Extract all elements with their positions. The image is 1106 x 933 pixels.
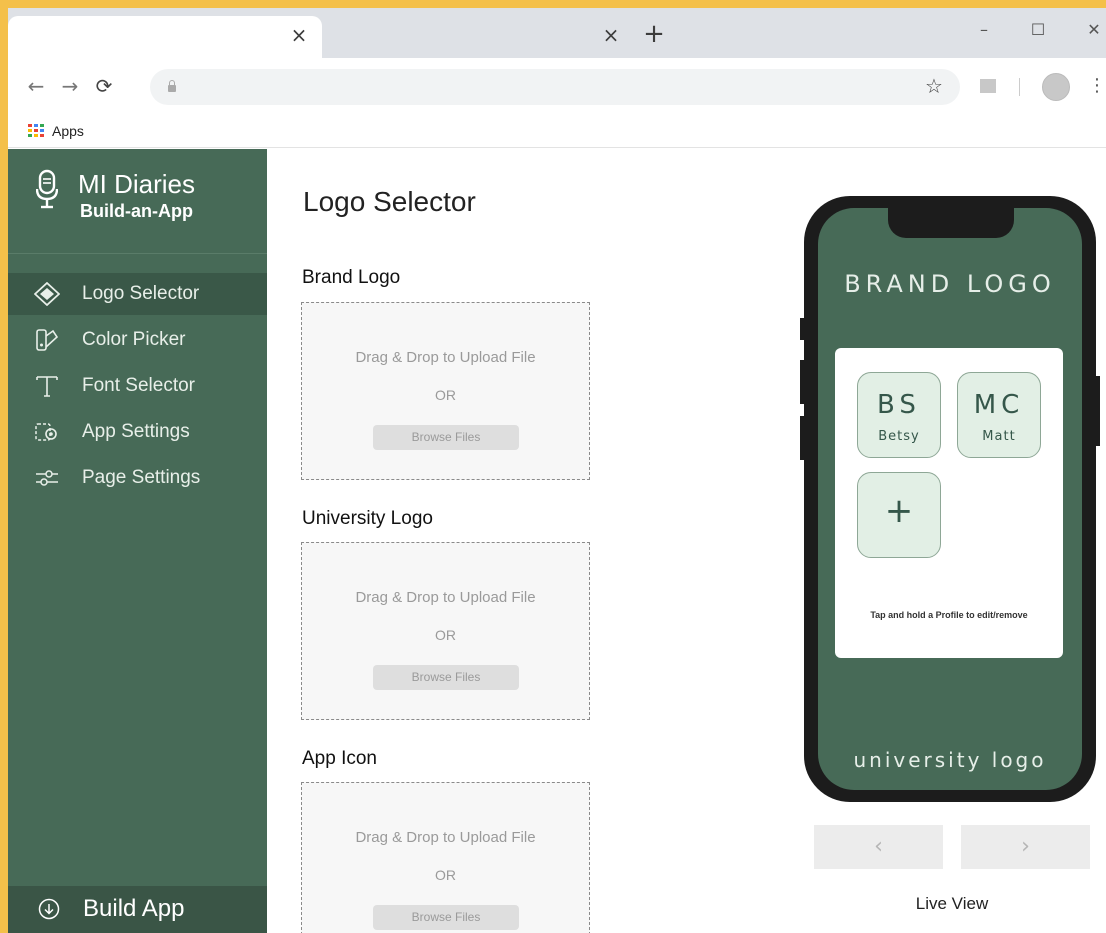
- new-tab-icon[interactable]: +: [642, 21, 666, 47]
- phone-screen: BRAND LOGO BS Betsy MC Matt + Tap and ho…: [818, 208, 1082, 790]
- browse-files-button[interactable]: Browse Files: [373, 425, 519, 450]
- forward-icon[interactable]: →: [58, 74, 82, 98]
- sliders-icon: [36, 470, 58, 486]
- phone-side-button: [800, 318, 804, 340]
- build-app-button[interactable]: Build App: [8, 886, 267, 933]
- extension-icon[interactable]: [980, 79, 996, 93]
- download-circle-icon: [38, 898, 60, 920]
- bookmark-star-icon[interactable]: ☆: [922, 74, 946, 98]
- close-window-icon[interactable]: ✕: [1080, 18, 1106, 42]
- app-icon-label: App Icon: [302, 748, 377, 769]
- sidebar-item-label: Font Selector: [82, 375, 195, 396]
- sidebar-item-font-selector[interactable]: Font Selector: [8, 365, 267, 407]
- sidebar-item-app-settings[interactable]: App Settings: [8, 411, 267, 453]
- logo-diamond-icon: [34, 282, 60, 306]
- prev-page-button[interactable]: ‹: [814, 825, 943, 869]
- brand-logo-dropzone[interactable]: Drag & Drop to Upload File OR Browse Fil…: [301, 302, 590, 480]
- profile-name: Betsy: [878, 429, 920, 444]
- toolbar-divider: [1019, 78, 1020, 96]
- university-logo-label: University Logo: [302, 508, 433, 529]
- plus-icon: +: [884, 491, 914, 531]
- browse-files-button[interactable]: Browse Files: [373, 905, 519, 930]
- profile-name: Matt: [982, 429, 1016, 444]
- chevron-left-icon: ‹: [874, 834, 883, 859]
- profile-card: BS Betsy MC Matt + Tap and hold a Profil…: [835, 348, 1063, 658]
- sidebar-item-logo-selector[interactable]: Logo Selector: [8, 273, 267, 315]
- page-title: Logo Selector: [303, 186, 476, 217]
- dropzone-or: OR: [435, 387, 456, 403]
- apps-grid-icon[interactable]: [28, 124, 44, 138]
- microphone-icon: [36, 169, 58, 209]
- sidebar-item-label: App Settings: [82, 421, 190, 442]
- phone-side-button: [800, 360, 804, 404]
- dropzone-text: Drag & Drop to Upload File: [355, 349, 536, 366]
- sidebar-divider: [8, 253, 267, 254]
- live-view-caption: Live View: [915, 894, 989, 913]
- brand-logo-label: Brand Logo: [302, 267, 401, 288]
- preview-brand-logo: BRAND LOGO: [844, 270, 1056, 298]
- apps-bookmark[interactable]: Apps: [52, 123, 84, 139]
- browser-menu-icon[interactable]: ⋮: [1088, 74, 1106, 98]
- sidebar-item-label: Page Settings: [82, 467, 201, 488]
- add-profile-tile[interactable]: +: [857, 472, 941, 558]
- reload-icon[interactable]: ⟳: [92, 74, 116, 98]
- profile-initials: BS: [877, 390, 921, 420]
- build-app-label: Build App: [83, 895, 185, 922]
- app-icon-dropzone[interactable]: Drag & Drop to Upload File OR Browse Fil…: [301, 782, 590, 933]
- maximize-icon[interactable]: ☐: [1024, 18, 1052, 42]
- brand-title: MI Diaries: [78, 169, 196, 199]
- phone-side-button: [1096, 376, 1100, 446]
- profile-hint: Tap and hold a Profile to edit/remove: [870, 610, 1028, 620]
- tab-strip: × × + – ☐ ✕: [8, 8, 1106, 58]
- brand-subtitle: Build-an-App: [80, 201, 193, 221]
- address-bar[interactable]: [150, 69, 960, 105]
- university-logo-dropzone[interactable]: Drag & Drop to Upload File OR Browse Fil…: [301, 542, 590, 720]
- phone-side-button: [800, 416, 804, 460]
- color-palette-icon: [36, 329, 59, 351]
- phone-notch: [888, 208, 1014, 238]
- chevron-right-icon: ›: [1021, 834, 1030, 859]
- sidebar: MI Diaries Build-an-App Logo Selector Co…: [8, 149, 267, 933]
- bookmarks-bar: Apps: [8, 114, 1106, 148]
- browser-window: × × + – ☐ ✕ ← → ⟳ ☆ ⋮ Apps MI Diaries Bu…: [8, 8, 1106, 933]
- tab-active[interactable]: [8, 16, 322, 58]
- dropzone-or: OR: [435, 867, 456, 883]
- phone-preview: BRAND LOGO BS Betsy MC Matt + Tap and ho…: [800, 196, 1100, 802]
- browser-toolbar: ← → ⟳ ☆ ⋮: [8, 58, 1106, 114]
- profile-tile[interactable]: BS Betsy: [857, 372, 941, 458]
- browse-files-button[interactable]: Browse Files: [373, 665, 519, 690]
- dropzone-text: Drag & Drop to Upload File: [355, 829, 536, 846]
- preview-university-logo: university logo: [853, 748, 1047, 772]
- tab-close-icon[interactable]: ×: [600, 24, 622, 46]
- tab-close-icon[interactable]: ×: [288, 24, 310, 46]
- gear-settings-icon: [35, 423, 57, 441]
- sidebar-item-label: Logo Selector: [82, 283, 200, 304]
- lock-icon: [168, 80, 176, 92]
- next-page-button[interactable]: ›: [961, 825, 1090, 869]
- sidebar-item-color-picker[interactable]: Color Picker: [8, 319, 267, 361]
- font-text-icon: [36, 376, 58, 397]
- profile-tile[interactable]: MC Matt: [957, 372, 1041, 458]
- back-icon[interactable]: ←: [24, 74, 48, 98]
- profile-initials: MC: [973, 390, 1025, 420]
- minimize-icon[interactable]: –: [970, 18, 998, 42]
- dropzone-text: Drag & Drop to Upload File: [355, 589, 536, 606]
- profile-avatar[interactable]: [1042, 73, 1070, 101]
- sidebar-item-page-settings[interactable]: Page Settings: [8, 457, 267, 499]
- dropzone-or: OR: [435, 627, 456, 643]
- sidebar-item-label: Color Picker: [82, 329, 186, 350]
